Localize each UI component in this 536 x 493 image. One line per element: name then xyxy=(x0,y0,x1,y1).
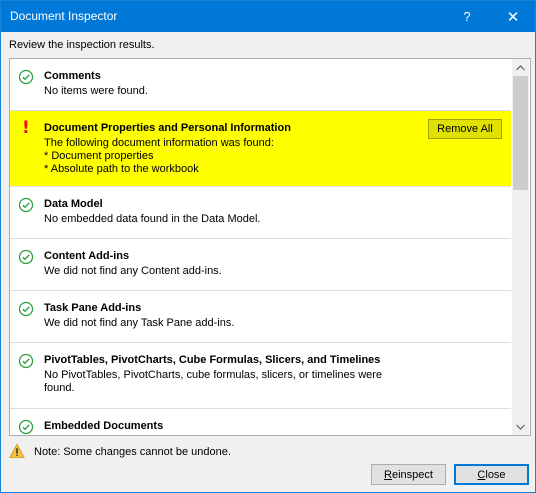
reinspect-access-key: R xyxy=(384,468,392,481)
item-description: We did not find any Content add-ins. xyxy=(44,265,222,277)
result-item-content-add-ins: Content Add-ins We did not find any Cont… xyxy=(10,239,511,291)
result-item-comments: Comments No items were found. xyxy=(10,59,511,111)
result-item-pivottables: PivotTables, PivotCharts, Cube Formulas,… xyxy=(10,343,511,409)
warning-triangle-icon xyxy=(9,443,25,458)
check-circle-icon xyxy=(18,419,34,435)
close-window-button[interactable]: ✕ xyxy=(491,1,535,32)
item-description: No items were found. xyxy=(44,85,148,97)
check-circle-icon xyxy=(18,197,34,213)
item-description: No embedded data found in the Data Model… xyxy=(44,213,261,225)
item-name: Embedded Documents xyxy=(44,420,164,432)
title-bar[interactable]: Document Inspector ? ✕ xyxy=(1,1,535,32)
reinspect-label: einspect xyxy=(391,468,433,481)
item-name: PivotTables, PivotCharts, Cube Formulas,… xyxy=(44,354,381,366)
check-circle-icon xyxy=(18,353,34,369)
result-item-task-pane-add-ins: Task Pane Add-ins We did not find any Ta… xyxy=(10,291,511,343)
document-inspector-window: Document Inspector ? ✕ Review the inspec… xyxy=(0,0,536,493)
scroll-up-icon[interactable] xyxy=(512,59,529,76)
vertical-scrollbar[interactable] xyxy=(512,59,529,435)
close-button[interactable]: Close xyxy=(454,464,529,485)
results-list: Comments No items were found. ! Document… xyxy=(9,58,531,436)
intro-text: Review the inspection results. xyxy=(9,39,155,51)
check-circle-icon xyxy=(18,69,34,85)
close-access-key: C xyxy=(477,468,486,481)
item-description: The following document information was f… xyxy=(44,137,274,175)
result-item-embedded-documents: Embedded Documents xyxy=(10,409,511,435)
help-button[interactable]: ? xyxy=(445,1,489,32)
item-description: We did not find any Task Pane add-ins. xyxy=(44,317,235,329)
reinspect-button[interactable]: Reinspect xyxy=(371,464,446,485)
item-name: Data Model xyxy=(44,198,103,210)
check-circle-icon xyxy=(18,301,34,317)
window-title: Document Inspector xyxy=(10,9,118,23)
item-description: No PivotTables, PivotCharts, cube formul… xyxy=(44,369,383,394)
check-circle-icon xyxy=(18,249,34,265)
result-item-document-properties: ! Document Properties and Personal Infor… xyxy=(10,111,511,187)
remove-all-button[interactable]: Remove All xyxy=(428,119,502,139)
item-name: Task Pane Add-ins xyxy=(44,302,142,314)
exclamation-icon: ! xyxy=(22,118,30,138)
item-name: Document Properties and Personal Informa… xyxy=(44,122,291,134)
scroll-thumb[interactable] xyxy=(513,76,528,190)
scroll-down-icon[interactable] xyxy=(512,418,529,435)
close-label: lose xyxy=(485,468,506,481)
item-name: Comments xyxy=(44,70,101,82)
result-item-data-model: Data Model No embedded data found in the… xyxy=(10,187,511,239)
note-text: Note: Some changes cannot be undone. xyxy=(34,446,231,458)
item-name: Content Add-ins xyxy=(44,250,130,262)
